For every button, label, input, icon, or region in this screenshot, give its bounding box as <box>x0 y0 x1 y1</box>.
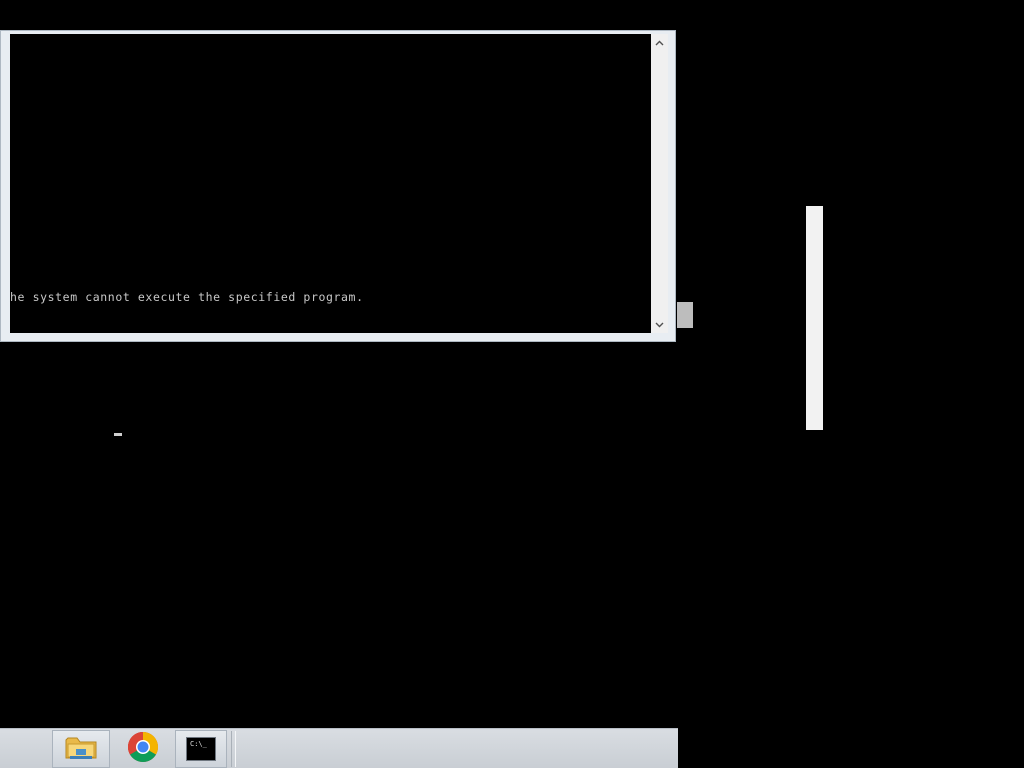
scroll-track[interactable] <box>651 51 668 316</box>
console-window[interactable]: he system cannot execute the specified p… <box>0 30 676 342</box>
resize-grip[interactable] <box>677 302 693 328</box>
floating-scrollbar[interactable] <box>806 206 823 430</box>
vertical-scrollbar[interactable] <box>651 34 668 333</box>
scroll-up-arrow-icon[interactable] <box>651 34 668 51</box>
cmd-icon: C:\_ <box>186 737 216 761</box>
taskbar: C:\_ <box>0 728 678 768</box>
chrome-icon <box>127 731 159 767</box>
desktop: he system cannot execute the specified p… <box>0 0 1024 768</box>
folder-icon <box>64 732 98 766</box>
taskbar-command-prompt-button[interactable]: C:\_ <box>175 730 227 768</box>
taskbar-separator <box>231 731 236 767</box>
scroll-down-arrow-icon[interactable] <box>651 316 668 333</box>
console-output-line: he system cannot execute the specified p… <box>10 290 364 304</box>
text-cursor <box>114 433 122 436</box>
taskbar-chrome-button[interactable] <box>116 730 170 768</box>
taskbar-file-explorer-button[interactable] <box>52 730 110 768</box>
cmd-icon-label: C:\_ <box>190 740 207 748</box>
console-output-area[interactable]: he system cannot execute the specified p… <box>10 34 651 333</box>
